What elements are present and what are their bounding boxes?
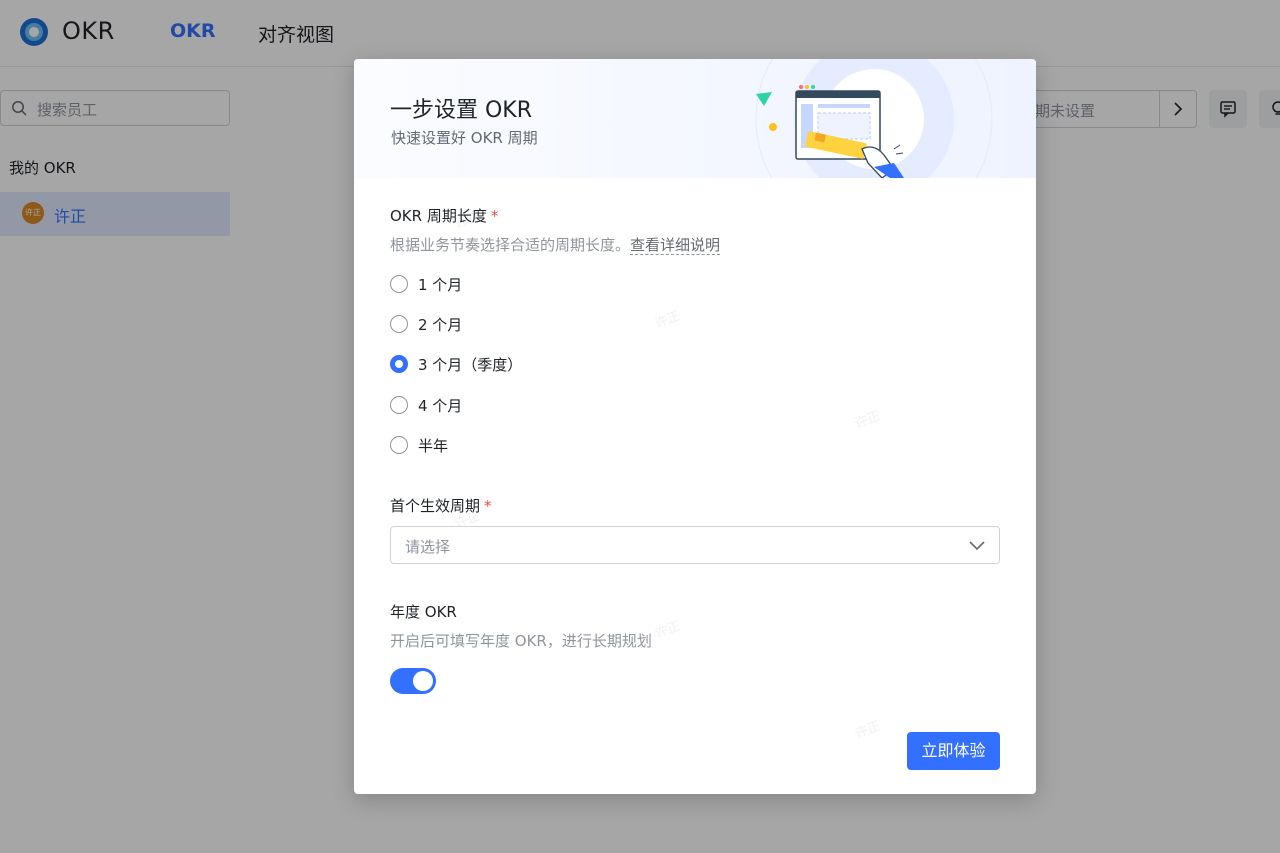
chevron-down-icon bbox=[969, 541, 985, 551]
okr-setup-dialog: 一步设置 OKR 快速设置好 OKR 周期 许正 许正 许正 许正 许正 许正 … bbox=[354, 59, 1036, 794]
radio-button[interactable] bbox=[390, 436, 408, 454]
cycle-length-hint: 根据业务节奏选择合适的周期长度。查看详细说明 bbox=[390, 234, 721, 255]
radio-label: 3 个月（季度） bbox=[418, 356, 523, 374]
watermark: 许正 bbox=[852, 718, 883, 742]
try-now-button[interactable]: 立即体验 bbox=[907, 732, 1000, 770]
cycle-length-label-text: OKR 周期长度 bbox=[390, 207, 487, 225]
dialog-header: 一步设置 OKR 快速设置好 OKR 周期 bbox=[354, 59, 1036, 178]
dialog-title: 一步设置 OKR bbox=[390, 98, 533, 123]
first-cycle-label: 首个生效周期 * bbox=[390, 495, 492, 516]
annual-okr-hint: 开启后可填写年度 OKR，进行长期规划 bbox=[390, 632, 652, 650]
radio-label: 2 个月 bbox=[418, 316, 463, 334]
view-details-link[interactable]: 查看详细说明 bbox=[630, 236, 721, 255]
radio-button[interactable] bbox=[390, 275, 408, 293]
radio-label: 4 个月 bbox=[418, 397, 463, 415]
radio-label: 1 个月 bbox=[418, 276, 463, 294]
radio-label: 半年 bbox=[418, 437, 449, 455]
setup-illustration-icon bbox=[755, 59, 993, 178]
dialog-subtitle: 快速设置好 OKR 周期 bbox=[391, 129, 538, 147]
watermark: 许正 bbox=[652, 308, 683, 332]
annual-okr-toggle[interactable] bbox=[390, 668, 436, 694]
watermark: 许正 bbox=[852, 408, 883, 432]
cycle-length-label: OKR 周期长度 * bbox=[390, 205, 498, 226]
required-mark: * bbox=[490, 207, 499, 225]
first-cycle-select[interactable]: 请选择 bbox=[390, 526, 1000, 564]
required-mark: * bbox=[484, 497, 492, 515]
radio-button-checked[interactable] bbox=[390, 355, 408, 373]
first-cycle-placeholder: 请选择 bbox=[405, 538, 451, 556]
toggle-knob bbox=[413, 671, 433, 691]
cycle-length-hint-text: 根据业务节奏选择合适的周期长度。 bbox=[390, 236, 631, 254]
radio-button[interactable] bbox=[390, 315, 408, 333]
watermark: 许正 bbox=[652, 618, 683, 642]
annual-okr-label: 年度 OKR bbox=[390, 603, 457, 621]
radio-button[interactable] bbox=[390, 396, 408, 414]
first-cycle-label-text: 首个生效周期 bbox=[390, 497, 481, 515]
